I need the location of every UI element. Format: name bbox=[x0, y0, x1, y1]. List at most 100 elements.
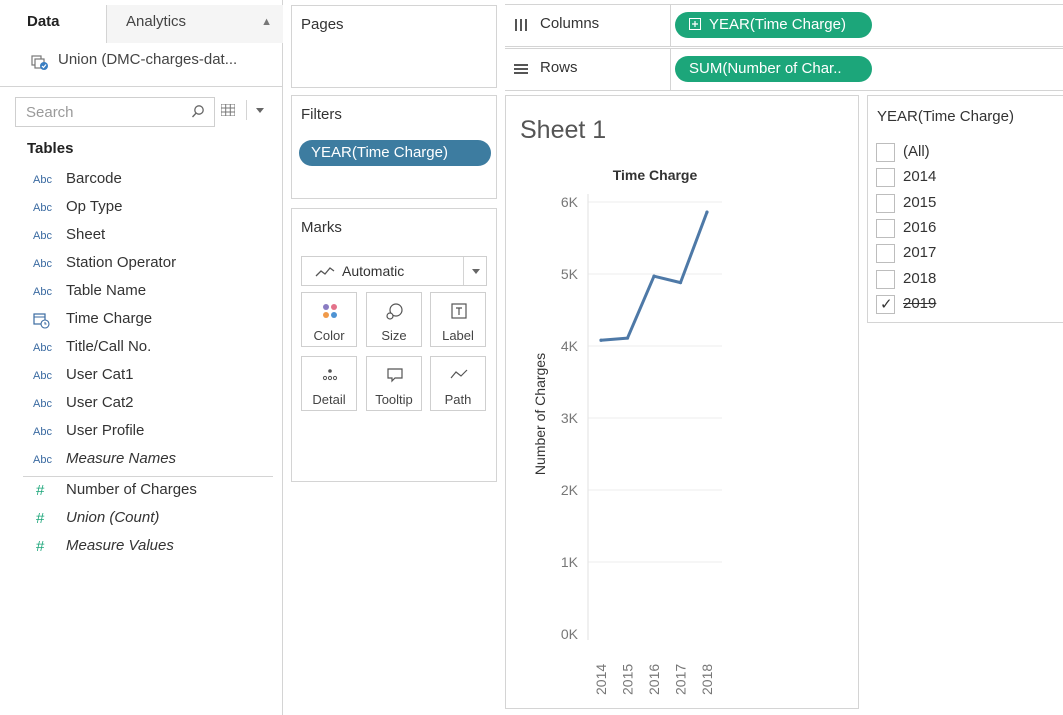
field-item[interactable]: Time Charge bbox=[0, 307, 283, 335]
detail-button[interactable]: Detail bbox=[301, 356, 357, 411]
field-item[interactable]: Abc Table Name bbox=[0, 279, 283, 307]
pages-card[interactable]: Pages bbox=[291, 5, 497, 88]
filter-pill-year[interactable]: YEAR(Time Charge) bbox=[299, 140, 491, 166]
filter-option-label: 2016 bbox=[903, 218, 937, 236]
chart-title: Time Charge bbox=[613, 167, 698, 183]
search-box[interactable] bbox=[15, 97, 215, 127]
x-tick-label: 2016 bbox=[646, 664, 662, 695]
chevron-down-icon[interactable] bbox=[256, 108, 264, 113]
list-view-icon[interactable] bbox=[221, 104, 235, 116]
field-item[interactable]: Abc User Cat2 bbox=[0, 391, 283, 419]
pages-title: Pages bbox=[301, 16, 344, 33]
string-type-icon: Abc bbox=[33, 202, 52, 214]
string-type-icon: Abc bbox=[33, 454, 52, 466]
tooltip-label: Tooltip bbox=[375, 392, 413, 407]
tab-analytics[interactable]: Analytics ▲ bbox=[107, 5, 283, 43]
checkbox[interactable] bbox=[876, 294, 895, 314]
x-tick-label: 2015 bbox=[620, 664, 636, 695]
marks-title: Marks bbox=[301, 219, 342, 236]
field-item[interactable]: # Union (Count) bbox=[0, 506, 283, 534]
rows-shelf[interactable]: Rows SUM(Number of Char.. bbox=[505, 48, 1063, 91]
color-button[interactable]: Color bbox=[301, 292, 357, 347]
field-item[interactable]: Abc Barcode bbox=[0, 167, 283, 195]
filter-option[interactable]: 2014 bbox=[876, 166, 1056, 188]
filter-option[interactable]: 2017 bbox=[876, 242, 1056, 264]
columns-label: Columns bbox=[540, 15, 600, 32]
field-item[interactable]: Abc Station Operator bbox=[0, 251, 283, 279]
checkbox[interactable] bbox=[876, 168, 895, 188]
mark-type-dropdown[interactable]: Automatic bbox=[301, 256, 487, 286]
y-tick-label: 5K bbox=[561, 266, 579, 282]
y-tick-label: 1K bbox=[561, 554, 579, 570]
x-tick-label: 2014 bbox=[593, 664, 609, 695]
y-tick-label: 0K bbox=[561, 626, 579, 642]
field-name: User Profile bbox=[66, 422, 145, 439]
field-name: Barcode bbox=[66, 170, 122, 187]
filter-option[interactable]: (All) bbox=[876, 141, 1056, 163]
tooltip-button[interactable]: Tooltip bbox=[366, 356, 422, 411]
path-button[interactable]: Path bbox=[430, 356, 486, 411]
checkbox[interactable] bbox=[876, 143, 895, 162]
filter-option[interactable]: 2019 bbox=[876, 293, 1056, 315]
y-axis-label: Number of Charges bbox=[532, 353, 548, 475]
filters-title: Filters bbox=[301, 106, 342, 123]
y-tick-label: 3K bbox=[561, 410, 579, 426]
checkbox[interactable] bbox=[876, 244, 895, 264]
tab-analytics-label: Analytics bbox=[126, 13, 187, 30]
data-point bbox=[625, 336, 630, 340]
filter-option[interactable]: 2018 bbox=[876, 268, 1056, 290]
text-label-icon bbox=[451, 303, 467, 319]
field-item[interactable]: Abc Sheet bbox=[0, 223, 283, 251]
field-divider bbox=[23, 476, 273, 477]
field-name: Table Name bbox=[66, 282, 147, 299]
field-name: Station Operator bbox=[66, 254, 177, 271]
label-button[interactable]: Label bbox=[430, 292, 486, 347]
field-item[interactable]: Abc Title/Call No. bbox=[0, 335, 283, 363]
filter-option-label: (All) bbox=[903, 143, 930, 160]
tables-heading: Tables bbox=[27, 140, 74, 157]
field-item[interactable]: Abc Measure Names bbox=[0, 447, 283, 475]
string-type-icon: Abc bbox=[33, 370, 52, 382]
search-icon[interactable] bbox=[190, 104, 206, 120]
string-type-icon: Abc bbox=[33, 286, 52, 298]
search-input[interactable] bbox=[16, 98, 166, 126]
filter-option[interactable]: 2015 bbox=[876, 192, 1056, 214]
expand-plus-icon[interactable] bbox=[689, 18, 701, 30]
field-name: User Cat2 bbox=[66, 394, 134, 411]
field-name: Op Type bbox=[66, 198, 123, 215]
sheet-view: Sheet 1 Time Charge 0K 1K 2K 3K 4K 5K 6K Number … bbox=[505, 95, 859, 709]
filters-card[interactable]: Filters YEAR(Time Charge) bbox=[291, 95, 497, 199]
tab-data[interactable]: Data bbox=[0, 5, 107, 43]
field-name: Sheet bbox=[66, 226, 106, 243]
rows-pill-sum[interactable]: SUM(Number of Char.. bbox=[675, 56, 872, 82]
checkbox[interactable] bbox=[876, 193, 895, 213]
date-type-icon bbox=[32, 311, 50, 329]
field-name: Union (Count) bbox=[66, 509, 160, 526]
columns-pill-year[interactable]: YEAR(Time Charge) bbox=[675, 12, 872, 38]
field-name: Measure Names bbox=[66, 450, 177, 467]
rows-label: Rows bbox=[540, 59, 578, 76]
field-item[interactable]: # Number of Charges bbox=[0, 478, 283, 506]
string-type-icon: Abc bbox=[33, 342, 52, 354]
filter-option-label: 2014 bbox=[903, 168, 937, 186]
field-item[interactable]: Abc User Profile bbox=[0, 419, 283, 447]
checkbox[interactable] bbox=[876, 218, 895, 238]
field-item[interactable]: # Measure Values bbox=[0, 534, 283, 562]
chevron-down-icon bbox=[472, 269, 480, 274]
sort-arrows-icon: ▲ bbox=[261, 16, 272, 28]
path-icon bbox=[450, 369, 468, 379]
rows-icon bbox=[514, 64, 528, 74]
size-button[interactable]: Size bbox=[366, 292, 422, 347]
rows-label-box: Rows bbox=[505, 49, 671, 90]
detail-label: Detail bbox=[312, 392, 346, 407]
string-type-icon: Abc bbox=[33, 230, 52, 242]
datasource-row[interactable]: Union (DMC-charges-dat... bbox=[0, 43, 283, 87]
field-item[interactable]: Abc User Cat1 bbox=[0, 363, 283, 391]
filter-option-label: 2018 bbox=[903, 269, 937, 287]
toolbar-divider bbox=[246, 100, 247, 120]
filter-option[interactable]: 2016 bbox=[876, 217, 1056, 239]
field-item[interactable]: Abc Op Type bbox=[0, 195, 283, 223]
columns-shelf[interactable]: Columns YEAR(Time Charge) bbox=[505, 4, 1063, 47]
filter-card-title: YEAR(Time Charge) bbox=[877, 108, 1014, 125]
checkbox[interactable] bbox=[876, 269, 895, 289]
